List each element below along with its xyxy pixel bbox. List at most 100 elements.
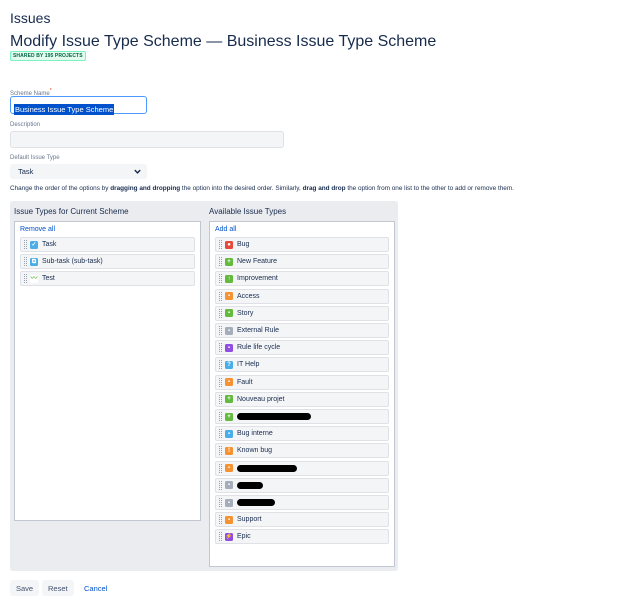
issue-type-item[interactable]: ⚡ Epic [215, 529, 389, 545]
default-issue-type-select[interactable]: Task [10, 164, 147, 179]
redacted-icon: ▪ [225, 498, 233, 507]
drag-handle-icon[interactable] [24, 274, 27, 283]
issue-type-label: IT Help [237, 361, 260, 369]
issue-type-item[interactable]: ● Bug [215, 237, 389, 252]
remove-all-link[interactable]: Remove all [20, 226, 55, 233]
issue-type-item[interactable]: ? IT Help [215, 357, 389, 373]
issue-type-item[interactable]: ▪ Bug interne [215, 426, 389, 442]
test-icon: 〰 [30, 274, 38, 283]
shared-projects-badge[interactable]: SHARED BY 195 PROJECTS [10, 51, 86, 61]
issue-type-item[interactable]: ▪ [215, 495, 389, 510]
known-bug-icon: ! [225, 446, 233, 455]
issue-type-item[interactable]: ▪ Fault [215, 374, 389, 390]
issue-type-label: Story [237, 309, 254, 317]
redacted-icon: ▪ [225, 481, 233, 490]
issue-type-item[interactable]: + [215, 409, 389, 424]
redacted-label [237, 499, 275, 506]
it-help-icon: ? [225, 360, 233, 369]
drag-handle-icon[interactable] [219, 240, 222, 249]
drag-handle-icon[interactable] [219, 412, 222, 421]
add-all-link[interactable]: Add all [215, 226, 236, 233]
nouveau-projet-icon: + [225, 395, 233, 404]
page-title: Issues [10, 10, 51, 26]
epic-icon: ⚡ [225, 532, 233, 541]
issue-type-item[interactable]: ✓ Task [20, 237, 195, 252]
redacted-icon: + [225, 412, 233, 421]
issue-type-label: Bug interne [237, 430, 273, 438]
issue-type-label: Task [42, 241, 57, 248]
issue-type-label: Nouveau projet [237, 395, 285, 403]
current-scheme-list[interactable]: Remove all ✓ Task ⧉ Sub-task (sub-task) 〰 Tes… [14, 221, 201, 521]
drag-handle-icon[interactable] [219, 498, 222, 507]
cancel-button[interactable]: Cancel [78, 580, 113, 596]
issue-type-lists-panel: Issue Types for Current Scheme Remove al… [10, 201, 398, 571]
drag-handle-icon[interactable] [219, 515, 222, 525]
current-scheme-title: Issue Types for Current Scheme [14, 207, 129, 216]
external-rule-icon: ▪ [225, 326, 233, 335]
issue-type-label: Bug [237, 241, 250, 248]
scheme-name-input[interactable]: Business Issue Type Scheme [10, 96, 147, 115]
issue-type-item[interactable]: + Nouveau projet [215, 391, 389, 407]
issue-type-item[interactable]: ▪ Access [215, 288, 389, 304]
default-issue-type-label: Default Issue Type [10, 155, 60, 161]
chevron-down-icon [134, 169, 141, 174]
rule-life-cycle-icon: ▪ [225, 343, 233, 352]
drag-handle-icon[interactable] [219, 532, 222, 542]
instructions-text: Change the order of the options by dragg… [10, 185, 514, 192]
drag-handle-icon[interactable] [219, 343, 222, 353]
required-marker: * [49, 88, 52, 94]
issue-type-item[interactable]: ⧉ Sub-task (sub-task) [20, 254, 195, 269]
redacted-label [237, 481, 263, 489]
story-icon: ▪ [225, 309, 233, 318]
issue-type-item[interactable]: ▪ Support [215, 512, 389, 528]
drag-handle-icon[interactable] [219, 429, 222, 439]
drag-handle-icon[interactable] [219, 308, 222, 318]
issue-type-label: Improvement [237, 275, 278, 283]
issue-type-item[interactable]: ▪ External Rule [215, 323, 389, 338]
issue-type-label: Fault [237, 378, 253, 386]
bug-interne-icon: ▪ [225, 429, 233, 438]
drag-handle-icon[interactable] [219, 377, 222, 387]
issue-type-label: Test [42, 275, 55, 282]
drag-handle-icon[interactable] [219, 274, 222, 284]
issue-type-item[interactable]: ! Known bug [215, 443, 389, 459]
issue-type-label: Rule life cycle [237, 344, 281, 352]
fault-icon: ▪ [225, 378, 233, 387]
issue-type-label: Access [237, 292, 260, 300]
issue-type-item[interactable]: ▪ Story [215, 305, 389, 321]
issue-type-item[interactable]: + New Feature [215, 254, 389, 270]
redacted-label [237, 464, 297, 472]
description-label: Description [10, 122, 41, 128]
drag-handle-icon[interactable] [24, 257, 27, 266]
issue-type-item[interactable]: ▪ Rule life cycle [215, 340, 389, 356]
drag-handle-icon[interactable] [219, 480, 222, 490]
drag-handle-icon[interactable] [219, 394, 222, 404]
drag-handle-icon[interactable] [219, 326, 222, 335]
save-button[interactable]: Save [10, 580, 40, 596]
drag-handle-icon[interactable] [219, 291, 222, 301]
description-input[interactable] [10, 131, 284, 148]
drag-handle-icon[interactable] [219, 257, 222, 267]
issue-type-item[interactable]: ▪ [215, 477, 389, 493]
issue-type-label: Known bug [237, 447, 273, 455]
issue-type-label: Epic [237, 533, 251, 541]
new-feature-icon: + [225, 257, 233, 266]
reset-button[interactable]: Reset [42, 580, 74, 596]
available-types-list[interactable]: Add all ● Bug + New Feature ↑ Improvement ▪ Acc… [209, 221, 395, 567]
support-icon: ▪ [225, 515, 233, 524]
drag-handle-icon[interactable] [219, 360, 222, 370]
drag-handle-icon[interactable] [24, 240, 27, 249]
issue-type-item[interactable]: ↑ Improvement [215, 271, 389, 287]
task-icon: ✓ [30, 240, 38, 249]
issue-type-item[interactable]: ▪ [215, 460, 389, 476]
bug-icon: ● [225, 240, 233, 249]
improvement-icon: ↑ [225, 274, 233, 283]
issue-type-label: External Rule [237, 327, 280, 334]
drag-handle-icon[interactable] [219, 446, 222, 456]
default-issue-type-value: Task [18, 167, 34, 176]
issue-type-label: Support [237, 516, 262, 524]
issue-type-item[interactable]: 〰 Test [20, 271, 195, 286]
drag-handle-icon[interactable] [219, 463, 222, 473]
redacted-icon: ▪ [225, 464, 233, 473]
scheme-name-value: Business Issue Type Scheme [14, 104, 115, 115]
